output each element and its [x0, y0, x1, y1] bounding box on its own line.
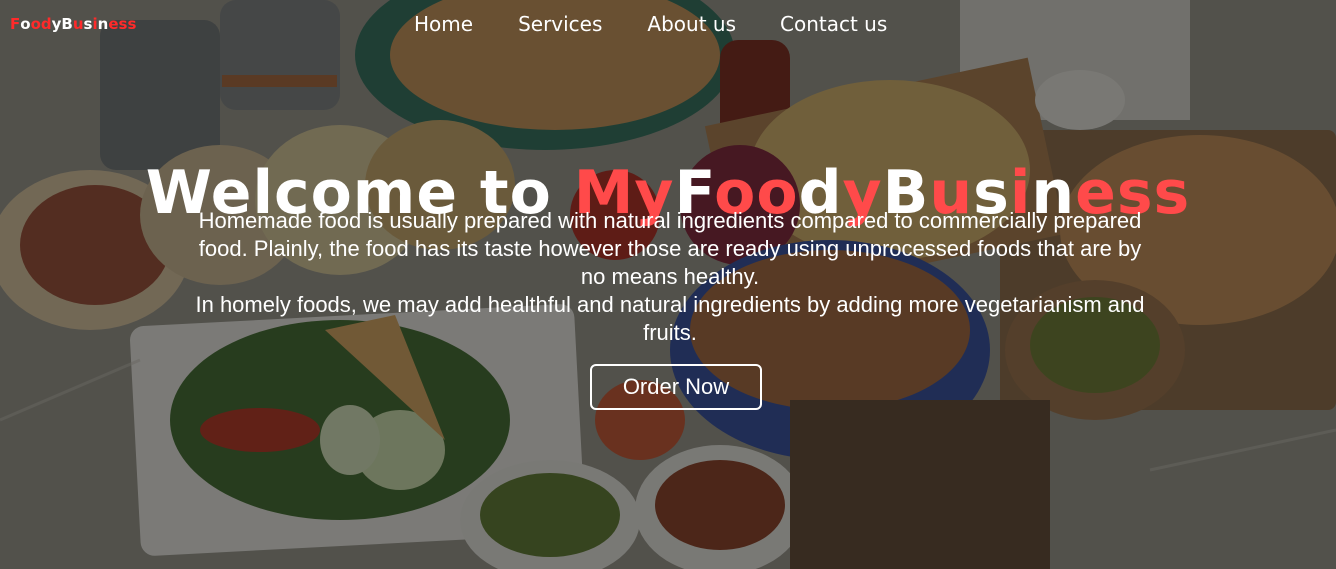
brand-logo-letter: B	[61, 15, 73, 33]
brand-logo-letter: F	[10, 15, 21, 33]
brand-logo-letter: d	[40, 15, 52, 33]
main-nav: Home Services About us Contact us	[414, 12, 887, 36]
brand-logo-letter: o	[30, 15, 41, 33]
nav-contact-link[interactable]: Contact us	[780, 12, 887, 36]
nav-services-link[interactable]: Services	[518, 12, 602, 36]
brand-logo-letter: s	[127, 15, 137, 33]
hero-paragraph-2: In homely foods, we may add healthful an…	[195, 292, 1145, 345]
order-now-button[interactable]: Order Now	[590, 364, 762, 410]
brand-logo-letter: n	[97, 15, 109, 33]
nav-about-link[interactable]: About us	[647, 12, 736, 36]
brand-logo-letter: e	[108, 15, 119, 33]
hero-description: Homemade food is usually prepared with n…	[190, 207, 1150, 347]
hero-paragraph-1: Homemade food is usually prepared with n…	[198, 208, 1142, 289]
brand-logo-letter: y	[51, 15, 62, 33]
brand-logo-letter: s	[83, 15, 93, 33]
brand-logo-letter: s	[118, 15, 128, 33]
nav-home-link[interactable]: Home	[414, 12, 473, 36]
brand-logo-letter: o	[20, 15, 31, 33]
brand-logo-letter: u	[72, 15, 84, 33]
hero-brand-letter: s	[1153, 158, 1191, 229]
hero-section: FoodyBusiness Home Services About us Con…	[0, 0, 1336, 569]
brand-logo[interactable]: FoodyBusiness	[10, 15, 136, 33]
